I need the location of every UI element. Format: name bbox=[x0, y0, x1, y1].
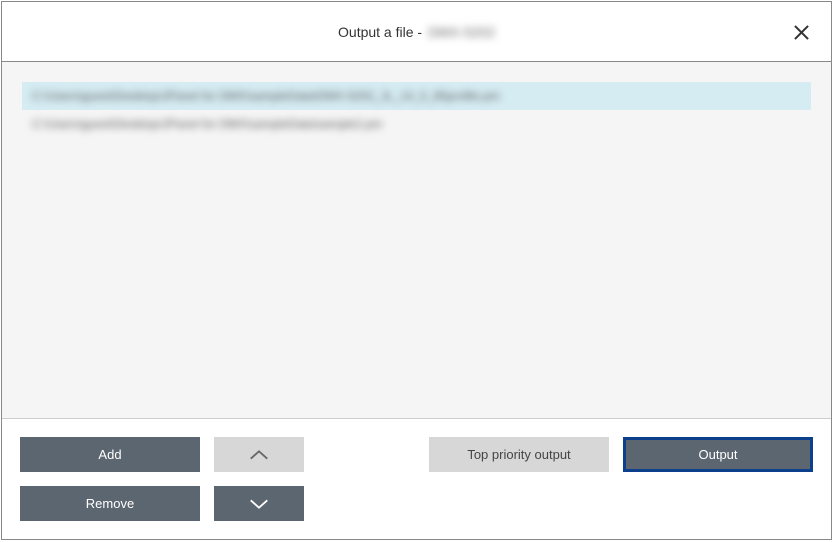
list-item[interactable]: C:\Users\guest\Desktop\JPanel for DMX\sa… bbox=[22, 82, 811, 110]
chevron-down-icon bbox=[248, 498, 270, 510]
output-button[interactable]: Output bbox=[626, 440, 810, 469]
list-item-path: C:\Users\guest\Desktop\JPanel for DMX\sa… bbox=[32, 117, 382, 131]
list-item-path: C:\Users\guest\Desktop\JPanel for DMX\sa… bbox=[32, 89, 500, 103]
remove-button-label: Remove bbox=[86, 496, 134, 511]
output-button-highlight: Output bbox=[623, 437, 813, 472]
list-item[interactable]: C:\Users\guest\Desktop\JPanel for DMX\sa… bbox=[22, 110, 811, 138]
title-prefix: Output a file - bbox=[338, 24, 422, 40]
title-suffix: DMX-5202 bbox=[428, 24, 495, 40]
footer-controls: Add Top priority output Output Remove bbox=[2, 418, 831, 539]
add-button[interactable]: Add bbox=[20, 437, 200, 472]
remove-button[interactable]: Remove bbox=[20, 486, 200, 521]
chevron-up-icon bbox=[248, 449, 270, 461]
close-button[interactable] bbox=[785, 16, 817, 48]
file-list-area: C:\Users\guest\Desktop\JPanel for DMX\sa… bbox=[2, 62, 831, 418]
spacer bbox=[318, 437, 415, 472]
output-button-label: Output bbox=[698, 447, 737, 462]
close-icon bbox=[794, 25, 809, 40]
add-button-label: Add bbox=[98, 447, 121, 462]
move-up-button[interactable] bbox=[214, 437, 304, 472]
dialog-title: Output a file - DMX-5202 bbox=[338, 24, 495, 40]
top-priority-label: Top priority output bbox=[467, 447, 570, 462]
top-priority-output-button[interactable]: Top priority output bbox=[429, 437, 609, 472]
titlebar: Output a file - DMX-5202 bbox=[2, 2, 831, 62]
move-down-button[interactable] bbox=[214, 486, 304, 521]
output-file-dialog: Output a file - DMX-5202 C:\Users\guest\… bbox=[1, 1, 832, 540]
